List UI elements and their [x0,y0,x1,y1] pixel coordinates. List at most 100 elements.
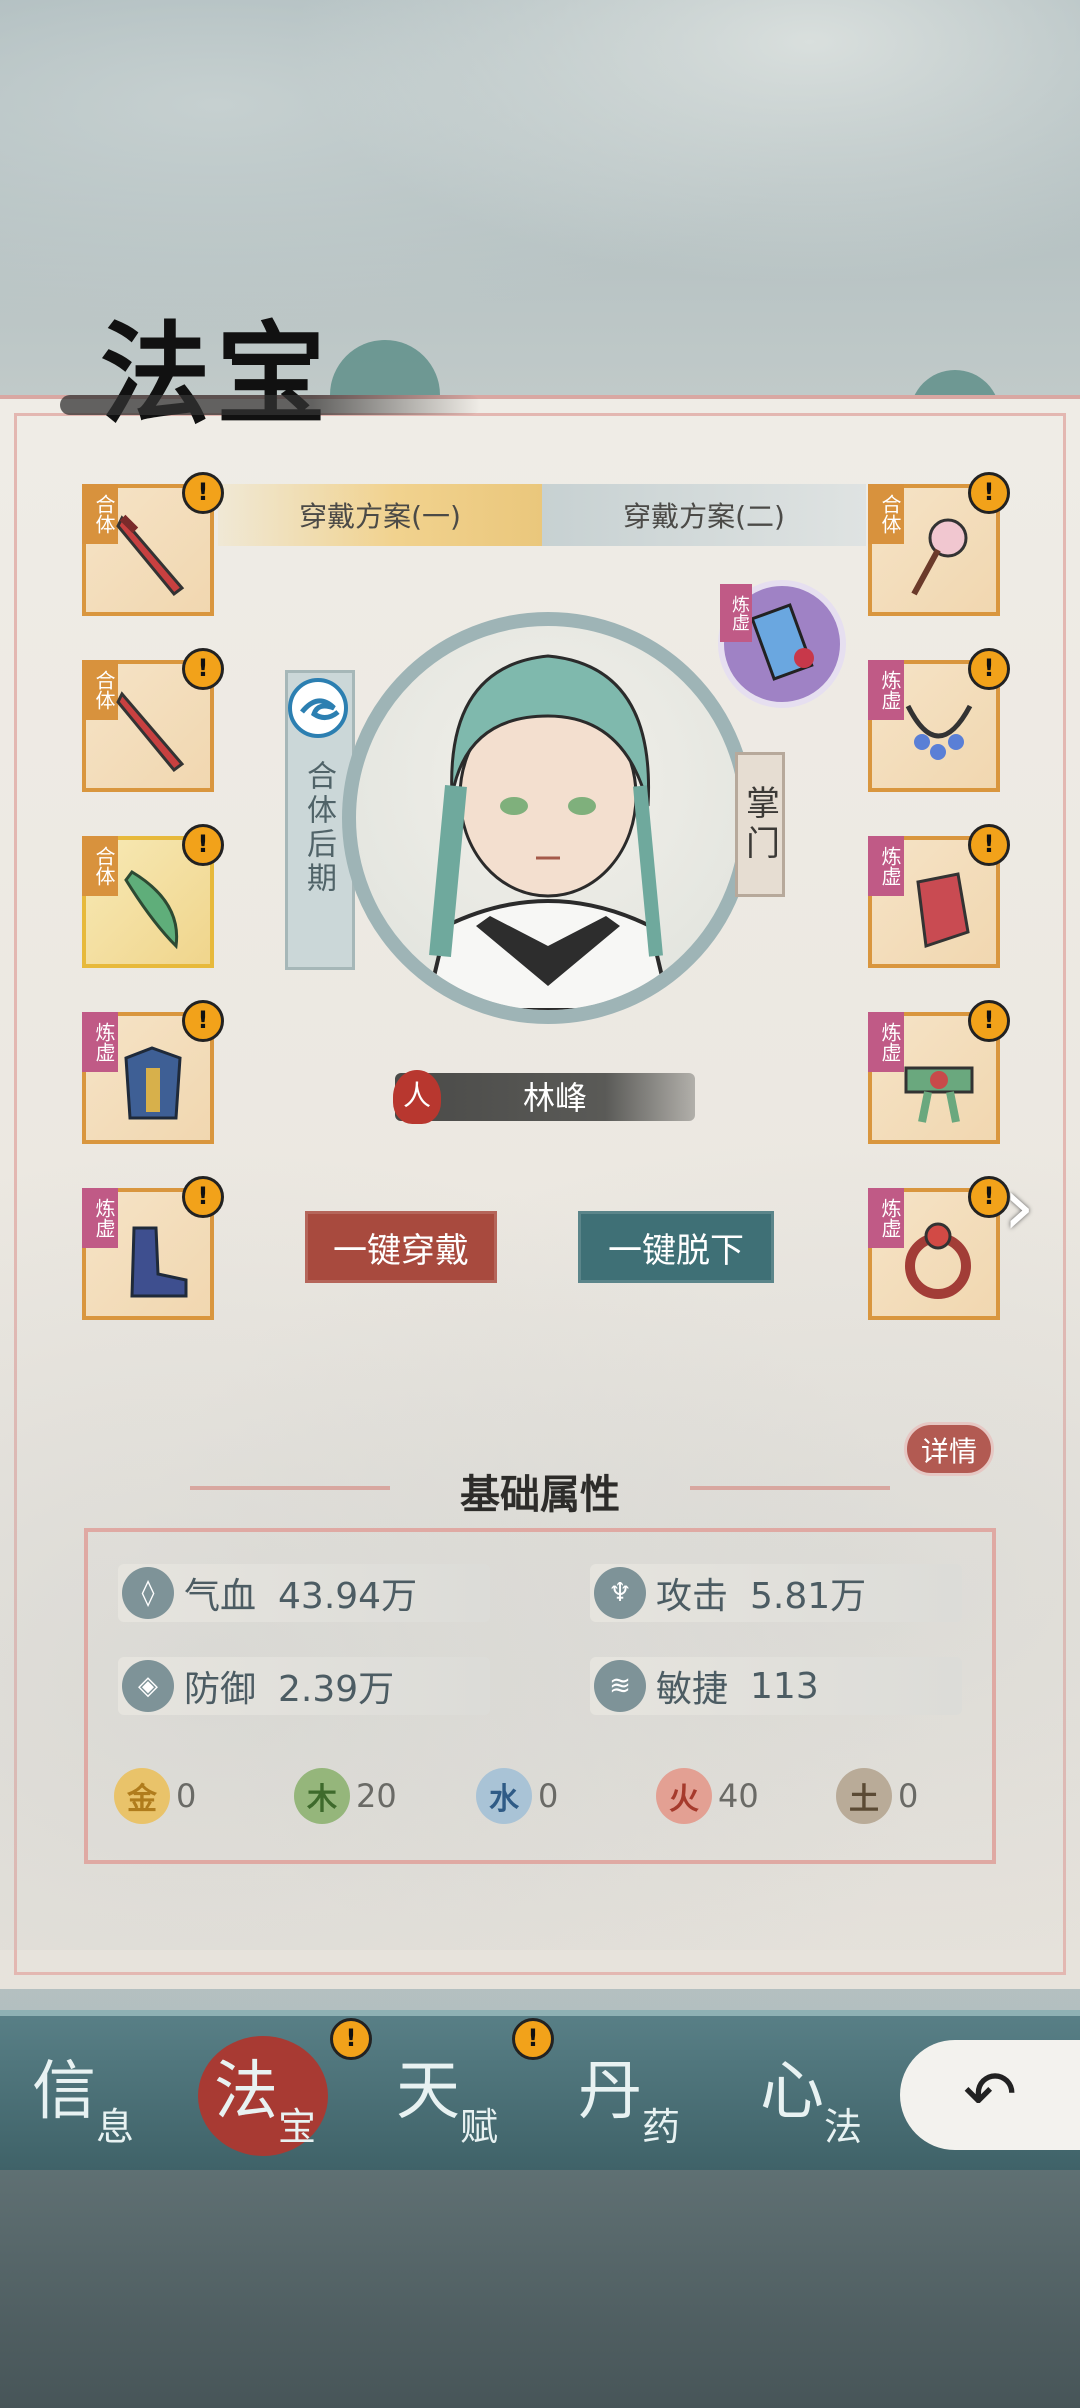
element-wood: 木 20 [294,1766,397,1826]
section-title: 基础属性 [460,1472,620,1518]
warning-badge: ! [182,824,224,866]
nav-item-talent[interactable]: 天 赋 [376,2040,536,2150]
nav-item-pill[interactable]: 丹 药 [558,2040,718,2150]
boot-icon [112,1214,194,1306]
necklace-icon [898,686,980,778]
warning-badge: ! [182,648,224,690]
cultivation-rank: 合体后期 [301,760,336,896]
hairpin-icon [898,510,980,602]
nav-label-main: 法 [214,2055,278,2129]
element-orb: 土 [836,1768,892,1824]
stat-hp: ◊ 气血 43.94万 [118,1564,490,1622]
nav-item-treasure[interactable]: 法 宝 [194,2040,354,2150]
stat-value: 5.81万 [750,1576,867,1617]
nav-label-main: 信 [32,2055,96,2129]
belt-icon [898,1038,980,1130]
nav-item-technique[interactable]: 心 法 [740,2040,900,2150]
element-metal: 金 0 [114,1766,196,1826]
armor-icon [112,1038,194,1130]
element-earth: 土 0 [836,1766,918,1826]
tab-plan-one[interactable]: 穿戴方案(一) [218,484,542,546]
tab-plan-two[interactable]: 穿戴方案(二) [542,484,866,546]
equip-slot-right-5[interactable]: 炼虚 ! [868,1176,1010,1320]
element-value: 0 [176,1777,197,1815]
element-orb: 火 [656,1768,712,1824]
stat-value: 2.39万 [278,1669,395,1710]
equip-slot-right-1[interactable]: 合体 ! [868,472,1010,616]
warning-badge: ! [182,1176,224,1218]
ring-icon [898,1214,980,1306]
talisman-grade-tag: 炼虚 [720,584,752,642]
element-value: 40 [718,1777,759,1815]
jade-blade-icon [112,862,194,954]
warning-badge: ! [968,472,1010,514]
attack-icon: ♆ [594,1567,646,1619]
element-fire: 火 40 [656,1766,759,1826]
nav-warning-badge: ! [512,2018,554,2060]
sword-icon [112,686,194,778]
nav-item-info[interactable]: 信 息 [12,2040,172,2150]
stat-agility: ≋ 敏捷 113 [590,1657,962,1715]
stat-label: 攻击 [656,1576,729,1617]
equip-slot-right-3[interactable]: 炼虚 ! [868,824,1010,968]
equip-slot-left-3[interactable]: 合体 ! [82,824,224,968]
equip-slot-right-4[interactable]: 炼虚 ! [868,1000,1010,1144]
character-portrait[interactable] [342,612,754,1024]
stat-value: 113 [750,1665,819,1707]
nav-label-sub: 药 [642,2105,681,2149]
warning-badge: ! [968,1000,1010,1042]
character-name: 林峰 [522,1079,587,1117]
stat-label: 防御 [184,1669,257,1710]
nav-label-sub: 息 [96,2105,135,2149]
element-orb: 水 [476,1768,532,1824]
stat-value: 43.94万 [278,1576,418,1617]
element-orb: 木 [294,1768,350,1824]
element-value: 20 [356,1777,397,1815]
bracer-icon [898,862,980,954]
nav-label-sub: 法 [824,2105,863,2149]
nav-label-main: 丹 [578,2055,642,2129]
swirl-icon [288,678,348,738]
title-header: 法宝 [60,285,500,445]
element-value: 0 [898,1777,919,1815]
stat-defense: ◈ 防御 2.39万 [118,1657,490,1715]
equip-slot-left-1[interactable]: 合体 ! [82,472,224,616]
character-illustration [423,654,673,1010]
race-badge: 人 [393,1070,441,1124]
blood-icon: ◊ [122,1567,174,1619]
unequip-all-button[interactable]: 一键脱下 [578,1211,774,1283]
title-brush-stroke [60,395,480,415]
sword-icon [112,510,194,602]
nav-label-sub: 赋 [460,2105,499,2149]
agility-icon: ≋ [594,1660,646,1712]
nav-label-main: 天 [396,2055,460,2129]
warning-badge: ! [968,824,1010,866]
stat-label: 敏捷 [656,1669,729,1710]
stat-label: 气血 [184,1576,257,1617]
nav-warning-badge: ! [330,2018,372,2060]
defense-icon: ◈ [122,1660,174,1712]
title-ornament-left [190,1486,390,1490]
warning-badge: ! [182,1000,224,1042]
next-arrow-button[interactable]: › [1003,1162,1063,1252]
nav-label-main: 心 [760,2055,824,2129]
equip-all-button[interactable]: 一键穿戴 [305,1211,497,1283]
element-water: 水 0 [476,1766,558,1826]
equip-slot-left-4[interactable]: 炼虚 ! [82,1000,224,1144]
stat-attack: ♆ 攻击 5.81万 [590,1564,962,1622]
warning-badge: ! [968,648,1010,690]
warning-badge: ! [182,472,224,514]
equip-slot-left-2[interactable]: 合体 ! [82,648,224,792]
back-button[interactable]: ↶ [900,2040,1080,2150]
role-plate: 掌门 [735,752,785,897]
nav-label-sub: 宝 [278,2105,317,2149]
detail-button[interactable]: 详情 [904,1422,994,1476]
element-value: 0 [538,1777,559,1815]
title-ornament-right [690,1486,890,1490]
equip-slot-left-5[interactable]: 炼虚 ! [82,1176,224,1320]
page-title: 法宝 [100,310,332,439]
plan-tabs: 穿戴方案(一) 穿戴方案(二) [218,484,866,546]
element-orb: 金 [114,1768,170,1824]
equip-slot-right-2[interactable]: 炼虚 ! [868,648,1010,792]
mountain-ground [0,2170,1080,2408]
